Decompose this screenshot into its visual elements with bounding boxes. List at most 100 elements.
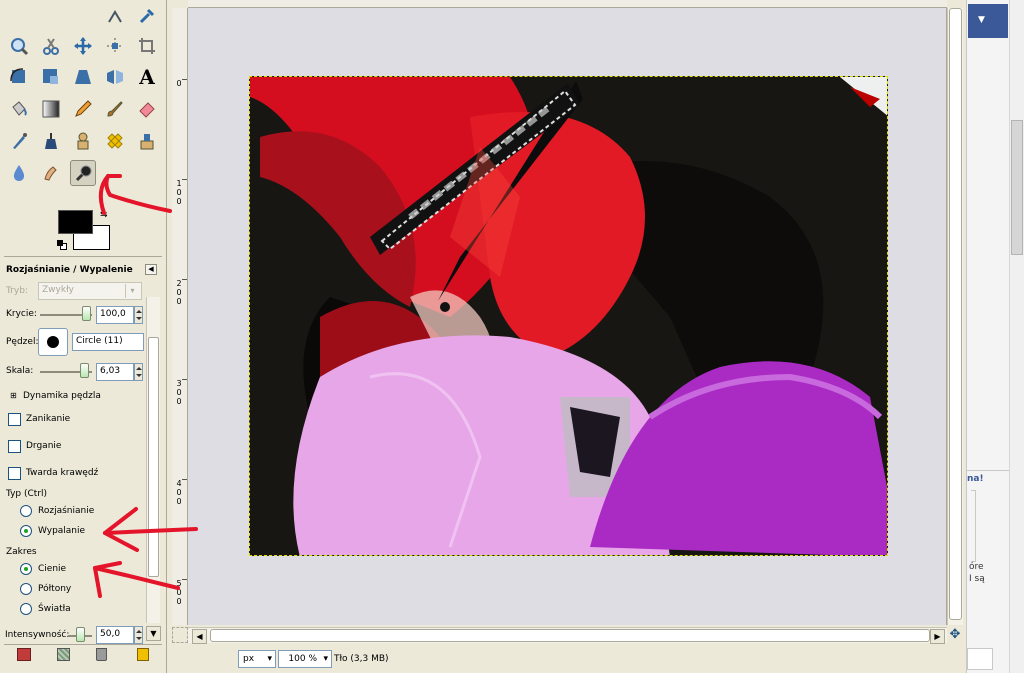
scroll-right-button[interactable]: ▶ — [930, 629, 945, 644]
crop-icon[interactable] — [134, 33, 160, 59]
perspective-clone-icon[interactable] — [134, 128, 160, 154]
ink-icon[interactable] — [38, 128, 64, 154]
options-menu-button[interactable]: ◀ — [145, 264, 157, 275]
brush-name-field[interactable]: Circle (11) — [72, 333, 144, 351]
eraser-icon[interactable] — [134, 96, 160, 122]
save-options-icon[interactable] — [17, 648, 31, 661]
dodge-burn-icon[interactable] — [70, 160, 96, 186]
dynamics-expander[interactable]: Dynamika pędzla — [23, 391, 101, 401]
scale-icon[interactable] — [38, 64, 64, 90]
bucket-fill-icon[interactable] — [6, 96, 32, 122]
scissors-icon[interactable] — [38, 33, 64, 59]
mode-label: Tryb: — [6, 286, 28, 296]
foreground-color-swatch[interactable] — [58, 210, 93, 234]
reset-options-icon[interactable] — [137, 648, 149, 661]
text-icon[interactable]: A — [134, 64, 160, 90]
align-icon[interactable] — [102, 33, 128, 59]
range-label: Zakres — [6, 547, 37, 557]
chevron-down-icon[interactable]: ▼ — [978, 15, 985, 25]
blur-icon[interactable] — [6, 160, 32, 186]
opacity-slider-thumb[interactable] — [82, 306, 91, 321]
ruler-tick-label: 0 — [176, 588, 182, 597]
default-colors-icon[interactable] — [57, 240, 67, 250]
expand-dynamics-icon[interactable]: ⊞ — [10, 391, 17, 400]
color-area[interactable]: ⇆ — [56, 208, 112, 252]
rotate-icon[interactable] — [6, 64, 32, 90]
photo-image — [250, 77, 887, 555]
window-scroll-thumb[interactable] — [1011, 120, 1023, 255]
right-text-1: óre — [969, 562, 984, 572]
type-label: Typ (Ctrl) — [6, 489, 48, 499]
zoom-icon[interactable] — [6, 33, 32, 59]
scroll-down-button[interactable]: ▼ — [146, 626, 161, 641]
restore-options-icon[interactable] — [57, 648, 70, 661]
scale-input[interactable]: 6,03 — [96, 363, 134, 381]
delete-options-icon[interactable] — [96, 648, 107, 661]
brush-preview-button[interactable] — [38, 328, 68, 356]
ruler-tick-label: 0 — [176, 397, 182, 406]
scissors-select-icon[interactable] — [102, 3, 128, 29]
ruler-tick-label: 0 — [176, 497, 182, 506]
scale-slider-thumb[interactable] — [80, 363, 89, 378]
mode-select-value: Zwykły — [42, 285, 74, 295]
radio-shadows-label: Cienie — [38, 564, 67, 574]
image-canvas[interactable] — [249, 76, 888, 556]
scrollbar-thumb[interactable] — [148, 337, 159, 577]
radio-dodge-label: Rozjaśnianie — [38, 506, 95, 516]
scale-spinner[interactable] — [134, 363, 143, 381]
ruler-tick-label: 2 — [176, 279, 182, 288]
opacity-spinner[interactable] — [134, 306, 143, 324]
radio-burn-label: Wypalanie — [38, 526, 86, 536]
ruler-tick-label: 0 — [176, 297, 182, 306]
options-scrollbar[interactable] — [146, 297, 160, 623]
navigate-icon[interactable]: ✥ — [947, 627, 963, 643]
horizontal-scroll-thumb[interactable] — [210, 629, 930, 642]
clone-icon[interactable] — [70, 128, 96, 154]
window-scrollbar[interactable] — [1009, 0, 1024, 673]
scroll-left-button[interactable]: ◀ — [192, 629, 207, 644]
jitter-checkbox[interactable] — [8, 440, 21, 453]
ruler-tick-label: 1 — [176, 179, 182, 188]
right-link[interactable]: na! — [967, 474, 984, 484]
exposure-label: Intensywność: — [5, 630, 70, 640]
exposure-input[interactable]: 50,0 — [96, 626, 134, 644]
exposure-spinner[interactable] — [134, 626, 143, 644]
vertical-ruler[interactable]: 0100200300400500 — [172, 8, 188, 625]
radio-burn[interactable] — [20, 525, 32, 537]
ruler-tick-label: 0 — [176, 79, 182, 88]
flip-icon[interactable] — [102, 64, 128, 90]
pencil-icon[interactable] — [70, 96, 96, 122]
move-icon[interactable] — [70, 33, 96, 59]
ruler-tick-label: 0 — [176, 388, 182, 397]
quickmask-corner[interactable] — [172, 0, 188, 8]
opacity-input[interactable]: 100,0 — [96, 306, 134, 324]
airbrush-icon[interactable] — [6, 128, 32, 154]
heal-icon[interactable] — [102, 128, 128, 154]
exposure-slider-thumb[interactable] — [76, 627, 85, 642]
zoom-select[interactable]: 100 % ▾ — [278, 650, 332, 668]
hard-edge-checkbox[interactable] — [8, 467, 21, 480]
vertical-scroll-thumb[interactable] — [949, 8, 962, 620]
ruler-tick — [182, 379, 187, 380]
paintbrush-icon[interactable] — [102, 96, 128, 122]
swap-colors-icon[interactable]: ⇆ — [100, 210, 108, 220]
radio-shadows[interactable] — [20, 563, 32, 575]
jitter-label: Drganie — [26, 441, 62, 451]
blend-icon[interactable] — [38, 96, 64, 122]
right-input[interactable] — [967, 648, 993, 670]
smudge-icon[interactable] — [38, 160, 64, 186]
ruler-tick — [182, 479, 187, 480]
horizontal-canvas-scrollbar[interactable]: ◀ ▶ — [188, 627, 947, 644]
color-picker-icon[interactable] — [134, 3, 160, 29]
unit-select[interactable]: px ▾ — [238, 650, 276, 668]
radio-dodge[interactable] — [20, 505, 32, 517]
mode-select[interactable]: Zwykły ▾ — [38, 282, 142, 300]
radio-highlights[interactable] — [20, 603, 32, 615]
fade-checkbox[interactable] — [8, 413, 21, 426]
ruler-tick-label: 0 — [176, 188, 182, 197]
radio-midtones[interactable] — [20, 583, 32, 595]
horizontal-ruler[interactable] — [188, 0, 947, 8]
vertical-canvas-scrollbar[interactable] — [947, 8, 963, 625]
perspective-icon[interactable] — [70, 64, 96, 90]
quickmask-button[interactable] — [172, 627, 188, 643]
